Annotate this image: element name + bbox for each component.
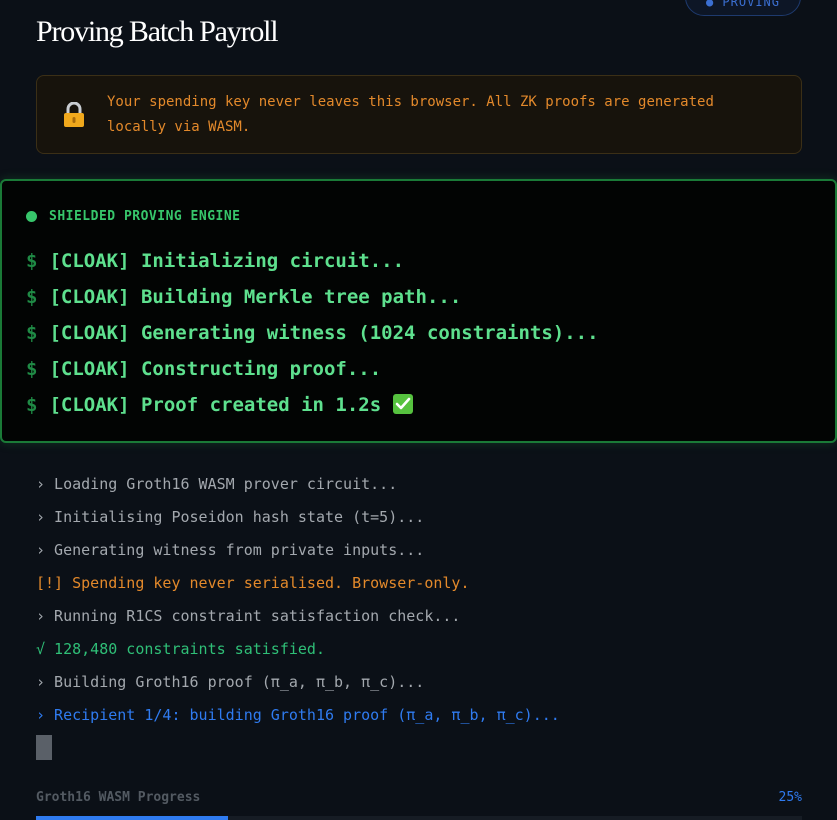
- page-title: Proving Batch Payroll: [36, 15, 279, 48]
- log-line: › Running R1CS constraint satisfaction c…: [36, 607, 461, 625]
- prompt-symbol: $: [26, 394, 38, 416]
- progress-label: Groth16 WASM Progress: [36, 790, 201, 805]
- status-pill: ● PROVING: [685, 0, 801, 16]
- log-line: › Initialising Poseidon hash state (t=5)…: [36, 508, 425, 526]
- status-dot-icon: [26, 211, 37, 222]
- prompt-symbol: $: [26, 358, 38, 380]
- engine-line: $ [CLOAK] Generating witness (1024 constr…: [26, 322, 599, 344]
- log-line: › Building Groth16 proof (π_a, π_b, π_c)…: [36, 673, 425, 691]
- progress-percent: 25%: [778, 790, 802, 805]
- check-mark-icon: [393, 394, 414, 414]
- prompt-symbol: $: [26, 286, 38, 308]
- engine-line: $ [CLOAK] Constructing proof...: [26, 358, 382, 380]
- lock-icon: [63, 101, 85, 128]
- engine-line: $ [CLOAK] Building Merkle tree path...: [26, 286, 462, 308]
- log-line: › Loading Groth16 WASM prover circuit...: [36, 475, 398, 493]
- log-line-warning: [!] Spending key never serialised. Brows…: [36, 574, 470, 592]
- engine-line: $ [CLOAK] Proof created in 1.2s: [26, 387, 599, 423]
- security-notice: Your spending key never leaves this brow…: [36, 75, 802, 154]
- prover-log: › Loading Groth16 WASM prover circuit...…: [36, 468, 560, 732]
- prompt-symbol: $: [26, 322, 38, 344]
- engine-title: SHIELDED PROVING ENGINE: [49, 209, 241, 224]
- progress-bar: [36, 816, 802, 820]
- notice-text: Your spending key never leaves this brow…: [107, 94, 714, 135]
- log-line-success: √ 128,480 constraints satisfied.: [36, 640, 325, 658]
- engine-line: $ [CLOAK] Initializing circuit...: [26, 250, 405, 272]
- engine-header: SHIELDED PROVING ENGINE: [26, 209, 241, 224]
- proving-engine-panel: SHIELDED PROVING ENGINE $ [CLOAK] Initial…: [0, 179, 837, 443]
- prompt-symbol: $: [26, 250, 38, 272]
- engine-output: $ [CLOAK] Initializing circuit... $ [CLOAK…: [26, 243, 599, 423]
- progress-bar-fill: [36, 816, 228, 820]
- log-line-active: › Recipient 1/4: building Groth16 proof …: [36, 706, 560, 724]
- terminal-cursor: [36, 735, 52, 760]
- log-line: › Generating witness from private inputs…: [36, 541, 425, 559]
